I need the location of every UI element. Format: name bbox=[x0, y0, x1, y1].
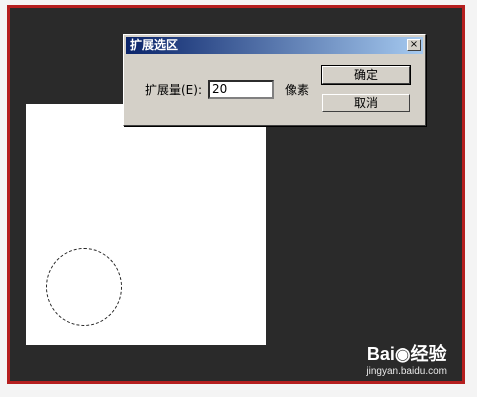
cancel-button[interactable]: 取消 bbox=[322, 94, 410, 112]
expand-selection-dialog: 扩展选区 × 扩展量(E): 20 像素 确定 取消 bbox=[123, 34, 426, 126]
circular-selection-marquee bbox=[46, 248, 122, 326]
dialog-title: 扩展选区 bbox=[130, 38, 179, 52]
watermark-url: jingyan.baidu.com bbox=[366, 366, 447, 377]
screenshot-frame: 扩展选区 × 扩展量(E): 20 像素 确定 取消 Bai◉经验 jingya… bbox=[0, 0, 477, 397]
watermark-logo: Bai◉经验 bbox=[366, 344, 447, 364]
ok-button[interactable]: 确定 bbox=[321, 65, 411, 85]
close-icon[interactable]: × bbox=[407, 39, 421, 51]
watermark: Bai◉经验 jingyan.baidu.com bbox=[366, 340, 447, 377]
unit-label: 像素 bbox=[285, 83, 310, 97]
expand-amount-label: 扩展量(E): bbox=[145, 83, 202, 97]
expand-amount-input[interactable]: 20 bbox=[208, 80, 274, 99]
dialog-titlebar[interactable]: 扩展选区 × bbox=[126, 37, 423, 54]
